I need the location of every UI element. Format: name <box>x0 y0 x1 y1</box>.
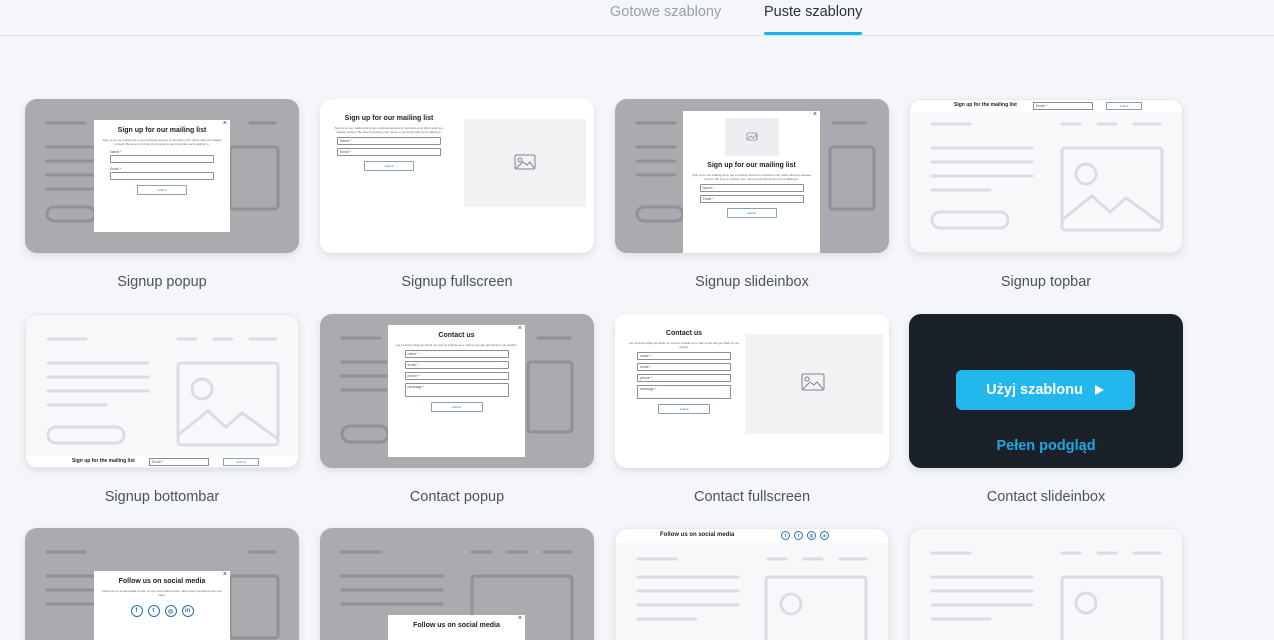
submit-button: submit <box>430 402 483 412</box>
modal-description: Sign up to our mailing list to get exclu… <box>692 173 811 181</box>
bottombar-title: Sign up for the mailing list <box>72 458 135 464</box>
close-icon: × <box>222 120 227 127</box>
template-card-signup-topbar[interactable]: Sign up for the mailing list Email * sub… <box>909 99 1183 253</box>
social-icons: f t ◎ in <box>130 605 194 617</box>
linkedin-icon: in <box>820 531 829 540</box>
bottombar-submit-button: submit <box>223 458 259 466</box>
email-field <box>110 172 214 180</box>
wireframe-background <box>910 100 1182 232</box>
modal-description: Let us know what you think, be sure to i… <box>396 343 517 347</box>
modal-title: Follow us on social media <box>413 622 500 629</box>
email-field: email * <box>404 361 509 369</box>
template-caption: Signup topbar <box>1000 274 1092 290</box>
template-card-social-slideinbox[interactable]: × Follow us on social media <box>320 528 594 640</box>
image-placeholder <box>745 334 883 434</box>
wireframe-background <box>930 551 1164 640</box>
close-icon: × <box>517 615 522 622</box>
name-label: Name * <box>110 150 122 154</box>
template-caption: Contact slideinbox <box>986 489 1106 505</box>
modal-title: Contact us <box>438 332 475 339</box>
social-popup-modal: × Follow us on social media Follow us on… <box>94 571 230 640</box>
twitter-icon: t <box>147 605 160 617</box>
wireframe-background <box>616 529 888 640</box>
modal-description: Sign up to our mailing list to get exclu… <box>102 138 222 146</box>
social-slideinbox-modal: × Follow us on social media <box>388 615 525 640</box>
submit-button: submit <box>137 185 187 195</box>
use-template-button[interactable]: Użyj szablonu <box>956 370 1135 410</box>
topbar-title: Follow us on social media <box>660 532 735 538</box>
twitter-icon: t <box>794 531 803 540</box>
template-caption: Signup slideinbox <box>695 274 809 290</box>
image-placeholder <box>724 118 779 156</box>
email-label: Email * <box>110 167 122 171</box>
instagram-icon: ◎ <box>807 531 816 540</box>
image-placeholder <box>464 119 586 207</box>
template-caption: Signup bottombar <box>104 489 220 505</box>
tab-ready-templates[interactable]: Gotowe szablony <box>610 4 721 20</box>
contact-popup-modal: × Contact us Let us know what you think,… <box>388 325 525 457</box>
topbar-title: Sign up for the mailing list <box>954 102 1017 108</box>
template-card-contact-fullscreen[interactable]: Contact us Let us know what you think, b… <box>615 314 889 468</box>
template-card-contact-popup[interactable]: × Contact us Let us know what you think,… <box>320 314 594 468</box>
play-icon <box>1094 385 1104 395</box>
modal-description: Follow us on social media to stay on top… <box>102 589 223 597</box>
template-card-social-topbar[interactable]: Follow us on social media f t ◎ in <box>615 528 889 640</box>
template-caption: Contact fullscreen <box>693 489 811 505</box>
use-template-label: Użyj szablonu <box>986 382 1083 398</box>
bottombar-email-field: Email * <box>149 458 209 466</box>
name-field: Name * <box>699 184 804 192</box>
template-card-signup-bottombar[interactable]: Sign up for the mailing list Email * sub… <box>25 314 299 468</box>
template-card-signup-fullscreen[interactable]: Sign up for our mailing list Sign up to … <box>320 99 594 253</box>
linkedin-icon: in <box>181 605 194 617</box>
submit-button: submit <box>726 208 777 218</box>
phone-field: phone * <box>404 372 509 380</box>
template-card-signup-slideinbox[interactable]: × Sign up for our mailing list Sign up t… <box>615 99 889 253</box>
template-caption: Signup popup <box>117 274 207 290</box>
topbar-submit-button: submit <box>1106 102 1142 110</box>
email-field: Email * <box>699 195 804 203</box>
modal-title: Sign up for our mailing list <box>707 162 796 169</box>
tab-blank-templates[interactable]: Puste szablony <box>764 4 863 35</box>
template-tabs: Gotowe szablony Puste szablony <box>0 0 1274 36</box>
template-caption: Signup fullscreen <box>401 274 513 290</box>
close-icon: × <box>812 111 817 118</box>
social-icons: f t ◎ in <box>781 531 829 540</box>
wireframe-background <box>26 337 298 467</box>
modal-title: Follow us on social media <box>118 578 206 585</box>
template-caption: Contact popup <box>409 489 505 505</box>
template-card-contact-slideinbox[interactable]: Użyj szablonu Pełen podgląd <box>909 314 1183 468</box>
full-preview-link[interactable]: Pełen podgląd <box>909 438 1183 454</box>
template-card-social-bottombar[interactable] <box>909 528 1183 640</box>
topbar-email-field: Email * <box>1033 102 1093 110</box>
signup-popup-modal: × Sign up for our mailing list Sign up t… <box>94 120 230 232</box>
modal-title: Sign up for our mailing list <box>117 127 207 134</box>
instagram-icon: ◎ <box>164 605 177 617</box>
template-card-signup-popup[interactable]: × Sign up for our mailing list Sign up t… <box>25 99 299 253</box>
name-field: name * <box>404 350 509 358</box>
close-icon: × <box>517 325 522 332</box>
facebook-icon: f <box>130 605 143 617</box>
message-field: message * <box>404 383 509 397</box>
close-icon: × <box>222 571 227 578</box>
template-card-social-popup[interactable]: × Follow us on social media Follow us on… <box>25 528 299 640</box>
name-field <box>110 155 214 163</box>
signup-slideinbox-modal: × Sign up for our mailing list Sign up t… <box>683 111 820 253</box>
facebook-icon: f <box>781 531 790 540</box>
